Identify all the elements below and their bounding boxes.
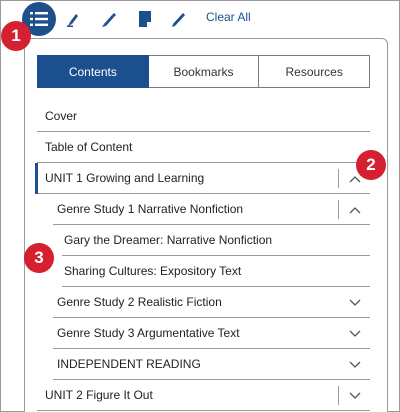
toc-item-label: Genre Study 3 Argumentative Text [57, 326, 240, 340]
tab-bookmarks[interactable]: Bookmarks [148, 55, 260, 88]
toc-item-independent-reading[interactable]: INDEPENDENT READING [53, 349, 370, 380]
toc-item-genre-study-1[interactable]: Genre Study 1 Narrative Nonfiction [53, 194, 370, 225]
toc-item-label: Gary the Dreamer: Narrative Nonfiction [64, 233, 273, 247]
step-marker-3: 3 [24, 243, 54, 273]
panel-tabs: Contents Bookmarks Resources [37, 55, 371, 88]
toc-item-label: UNIT 2 Figure It Out [45, 388, 153, 402]
chevron-up-icon [349, 206, 360, 213]
expand-toggle[interactable] [339, 380, 370, 411]
step-marker-2: 2 [356, 150, 386, 180]
chevron-down-icon [349, 299, 360, 306]
tab-resources[interactable]: Resources [259, 55, 371, 88]
toc-item-label: Genre Study 1 Narrative Nonfiction [57, 202, 244, 216]
chevron-down-icon [349, 330, 360, 337]
toc-item-label: Sharing Cultures: Expository Text [64, 264, 242, 278]
note-button[interactable] [134, 8, 156, 30]
toc-item-table-of-content[interactable]: Table of Content [37, 132, 370, 163]
highlighter-button[interactable] [62, 8, 84, 30]
toc-item-cover[interactable]: Cover [37, 101, 370, 132]
pencil-button[interactable] [168, 8, 190, 30]
expand-toggle[interactable] [339, 318, 370, 349]
annotation-toolbar: Clear All [0, 0, 400, 38]
toc-item-label: UNIT 1 Growing and Learning [45, 171, 205, 185]
clear-all-button[interactable]: Clear All [206, 10, 251, 24]
toc-item-unit-2[interactable]: UNIT 2 Figure It Out [37, 380, 370, 411]
collapse-toggle[interactable] [339, 194, 370, 225]
toc-item-gary-the-dreamer[interactable]: Gary the Dreamer: Narrative Nonfiction [62, 225, 370, 256]
expand-toggle[interactable] [339, 349, 370, 380]
toc-item-sharing-cultures[interactable]: Sharing Cultures: Expository Text [62, 256, 370, 287]
pen-button[interactable] [98, 8, 120, 30]
tab-contents[interactable]: Contents [37, 55, 149, 88]
toc-item-label: Cover [45, 109, 78, 123]
toc-menu-icon [30, 12, 48, 26]
expand-toggle[interactable] [339, 287, 370, 318]
contents-panel: Contents Bookmarks Resources Cover Table… [24, 38, 388, 412]
highlighter-icon [67, 14, 78, 27]
step-marker-1: 1 [1, 21, 31, 51]
toc-item-unit-1[interactable]: UNIT 1 Growing and Learning [35, 163, 370, 194]
pen-icon [102, 13, 116, 27]
toc-item-genre-study-2[interactable]: Genre Study 2 Realistic Fiction [53, 287, 370, 318]
chevron-up-icon [349, 175, 360, 182]
pencil-icon [172, 13, 185, 27]
chevron-down-icon [349, 392, 360, 399]
toc-item-label: INDEPENDENT READING [57, 357, 201, 371]
toc-item-label: Table of Content [45, 140, 133, 154]
toc-item-label: Genre Study 2 Realistic Fiction [57, 295, 222, 309]
toc-item-genre-study-3[interactable]: Genre Study 3 Argumentative Text [53, 318, 370, 349]
chevron-down-icon [349, 361, 360, 368]
note-icon [139, 11, 151, 27]
